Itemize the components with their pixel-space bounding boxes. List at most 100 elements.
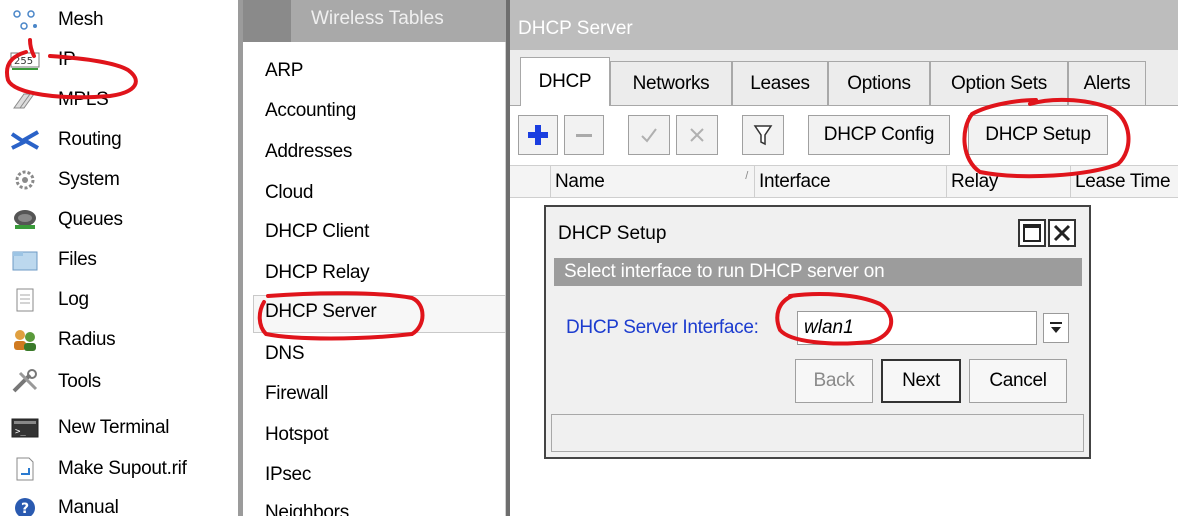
menu-item-label: Queues (58, 209, 123, 230)
menu-item-mpls[interactable]: MPLS (0, 80, 238, 120)
menu-item-log[interactable]: Log (0, 280, 238, 320)
filter-button[interactable] (742, 115, 784, 155)
submenu-item-arp[interactable]: ARP (265, 60, 303, 82)
tab-networks[interactable]: Networks (610, 61, 732, 105)
submenu-item-dhcp-relay[interactable]: DHCP Relay (265, 262, 370, 284)
column-header-interface[interactable]: Interface (754, 166, 946, 198)
submenu-arrow-icon (211, 90, 220, 108)
svg-text:>_: >_ (15, 427, 26, 437)
window-titlebar[interactable]: DHCP Server (510, 0, 1178, 50)
menu-item-new-terminal[interactable]: >_ New Terminal (0, 408, 238, 448)
status-bar (551, 414, 1084, 452)
svg-text:?: ? (21, 501, 29, 516)
submenu-item-accounting[interactable]: Accounting (265, 100, 356, 122)
instruction-band: Select interface to run DHCP server on (554, 258, 1082, 286)
dropdown-arrow-icon (1050, 322, 1062, 333)
submenu-arrow-icon (211, 50, 220, 68)
ip-icon: 255 (10, 47, 40, 73)
menu-item-label: Manual (58, 497, 119, 516)
add-button[interactable] (518, 115, 558, 155)
column-header-blank (510, 166, 550, 198)
instruction-text: Select interface to run DHCP server on (564, 261, 885, 282)
close-icon (1053, 224, 1071, 242)
tab-bar: DHCP Networks Leases Options Option Sets… (510, 50, 1178, 106)
folder-icon (10, 247, 40, 273)
mpls-icon (10, 87, 40, 113)
tools-icon (10, 369, 40, 395)
menu-item-make-supout[interactable]: Make Supout.rif (0, 449, 238, 489)
tab-option-sets[interactable]: Option Sets (930, 61, 1068, 105)
menu-item-system[interactable]: System (0, 160, 238, 200)
submenu-item-dns[interactable]: DNS (265, 343, 305, 365)
menu-item-label: System (58, 169, 120, 190)
menu-item-label: Make Supout.rif (58, 458, 187, 479)
mesh-icon (10, 7, 40, 33)
next-button[interactable]: Next (881, 359, 961, 403)
sort-icon: / (745, 170, 748, 182)
tab-alerts[interactable]: Alerts (1068, 61, 1146, 105)
tab-options[interactable]: Options (828, 61, 930, 105)
menu-item-files[interactable]: Files (0, 240, 238, 280)
dhcp-setup-button[interactable]: DHCP Setup (968, 115, 1108, 155)
filter-icon (753, 125, 773, 146)
cross-icon (690, 128, 704, 142)
menu-item-radius[interactable]: Radius (0, 320, 238, 360)
radius-users-icon (10, 327, 40, 353)
window-title: DHCP Server (518, 18, 633, 39)
back-button[interactable]: Back (795, 359, 873, 403)
column-header-name[interactable]: Name / (550, 166, 754, 198)
submenu-item-dhcp-server[interactable]: DHCP Server (265, 301, 377, 323)
submenu-arrow-icon (211, 170, 220, 188)
menu-item-label: Files (58, 249, 97, 270)
column-header-lease-time[interactable]: Lease Time (1070, 166, 1178, 198)
disable-button[interactable] (676, 115, 718, 155)
remove-button[interactable] (564, 115, 604, 155)
column-header-label: Name (555, 171, 605, 192)
tab-leases[interactable]: Leases (732, 61, 828, 105)
submenu-grip (243, 0, 291, 42)
server-interface-field[interactable]: wlan1 (797, 311, 1037, 345)
server-interface-label: DHCP Server Interface: (566, 317, 759, 338)
tab-dhcp[interactable]: DHCP (520, 57, 610, 106)
cancel-button[interactable]: Cancel (969, 359, 1067, 403)
table-header: Name / Interface Relay Lease Time (510, 165, 1178, 198)
dialog-title: DHCP Setup (558, 223, 667, 244)
submenu-arrow-icon (211, 372, 220, 390)
submenu-item-addresses[interactable]: Addresses (265, 141, 352, 163)
close-button[interactable] (1048, 219, 1076, 247)
submenu-item-ipsec[interactable]: IPsec (265, 464, 311, 486)
submenu-item-neighbors[interactable]: Neighbors (265, 502, 349, 516)
ip-submenu: Wireless Tables ARP Accounting Addresses… (243, 0, 506, 516)
submenu-arrow-icon (211, 130, 220, 148)
menu-item-mesh[interactable]: Mesh (0, 0, 238, 40)
menu-item-label: MPLS (58, 89, 109, 110)
submenu-item-cloud[interactable]: Cloud (265, 182, 313, 204)
menu-item-ip[interactable]: 255 IP (0, 40, 238, 80)
toolbar: DHCP Config DHCP Setup (510, 105, 1178, 165)
submenu-item-firewall[interactable]: Firewall (265, 383, 328, 405)
maximize-button[interactable] (1018, 219, 1046, 247)
check-icon (641, 128, 657, 143)
routing-icon (10, 127, 40, 153)
queues-icon (10, 207, 40, 233)
main-menu: Mesh 255 IP MPLS Routing System Queues F… (0, 0, 238, 516)
menu-item-manual[interactable]: ? Manual (0, 488, 238, 516)
menu-item-label: Radius (58, 329, 116, 350)
submenu-header-label[interactable]: Wireless Tables (311, 8, 444, 30)
menu-item-label: IP (58, 49, 76, 70)
interface-dropdown-button[interactable] (1043, 313, 1069, 343)
help-icon: ? (10, 495, 40, 516)
submenu-item-dhcp-client[interactable]: DHCP Client (265, 221, 369, 243)
svg-text:255: 255 (14, 56, 33, 67)
menu-item-routing[interactable]: Routing (0, 120, 238, 160)
dialog-titlebar[interactable]: DHCP Setup (546, 207, 1089, 251)
maximize-icon (1023, 224, 1041, 242)
menu-item-label: Mesh (58, 9, 104, 30)
column-header-relay[interactable]: Relay (946, 166, 1070, 198)
menu-item-queues[interactable]: Queues (0, 200, 238, 240)
menu-item-label: Routing (58, 129, 122, 150)
submenu-item-hotspot[interactable]: Hotspot (265, 424, 329, 446)
enable-button[interactable] (628, 115, 670, 155)
menu-item-tools[interactable]: Tools (0, 362, 238, 402)
dhcp-config-button[interactable]: DHCP Config (808, 115, 950, 155)
